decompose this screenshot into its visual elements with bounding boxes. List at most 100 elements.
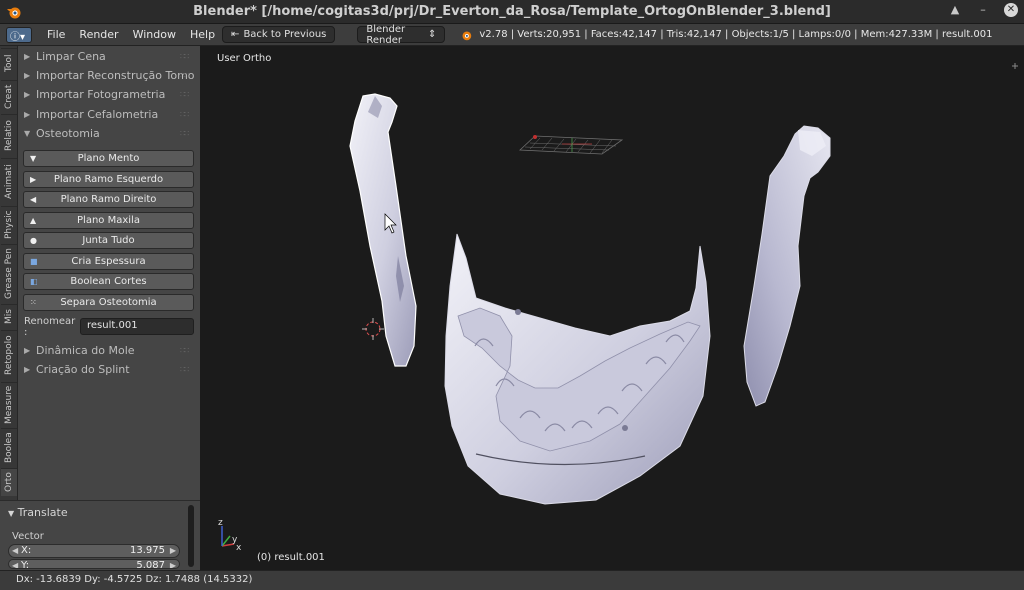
back-to-previous-button[interactable]: ⇤ Back to Previous — [222, 26, 336, 43]
arrow-up-icon: ▲ — [30, 216, 37, 225]
updown-icon: ⇕ — [427, 29, 437, 40]
tool-panel: ▶ Limpar Cena ∷∷ ▶ Importar Reconstrução To… — [18, 46, 200, 500]
editor-type-selector[interactable]: ⓘ▾ — [6, 26, 32, 43]
render-engine-select[interactable]: Blender Render ⇕ — [357, 23, 446, 46]
plano-ramo-direito-button[interactable]: ◀ Plano Ramo Direito — [23, 191, 194, 208]
junta-tudo-button[interactable]: ● Junta Tudo — [23, 232, 194, 249]
drag-handle-icon[interactable]: ∷∷ — [180, 110, 189, 119]
panel-title: Importar Cefalometria — [36, 108, 159, 121]
decrement-icon[interactable]: ◀ — [12, 545, 18, 557]
operator-title[interactable]: ▼ Translate — [8, 506, 68, 519]
tab-tool[interactable]: Tool — [1, 48, 17, 78]
axis-x-label: x — [236, 543, 242, 553]
render-engine-label: Blender Render — [366, 23, 406, 46]
decrement-icon[interactable]: ◀ — [12, 560, 18, 568]
operator-title-label: Translate — [17, 506, 68, 519]
menu-file[interactable]: File — [40, 28, 72, 41]
panel-title: Importar Reconstrução Tomo — [36, 69, 195, 82]
menu-render[interactable]: Render — [72, 28, 125, 41]
panel-importar-fotogrametria[interactable]: ▶ Importar Fotogrametria ∷∷ — [24, 88, 189, 101]
tab-grease-pencil[interactable]: Grease Pen — [1, 244, 17, 302]
cube-icon: ■ — [30, 257, 38, 266]
window-close-icon[interactable]: ✕ — [1004, 3, 1018, 17]
translate-y-field[interactable]: ◀ Y: 5.087 ▶ — [8, 559, 180, 569]
boolean-cortes-button[interactable]: ◧ Boolean Cortes — [23, 273, 194, 290]
panel-title: Dinâmica do Mole — [36, 344, 135, 357]
drag-handle-icon[interactable]: ∷∷ — [180, 71, 189, 80]
window-maximize-icon[interactable]: ▲ — [948, 3, 962, 17]
panel-limpar-cena[interactable]: ▶ Limpar Cena ∷∷ — [24, 50, 189, 63]
arrow-down-icon: ▼ — [30, 154, 37, 163]
panel-osteotomia[interactable]: ▼ Osteotomia ∷∷ — [24, 127, 189, 140]
panel-importar-cefalometria[interactable]: ▶ Importar Cefalometria ∷∷ — [24, 108, 189, 121]
panel-title: Criação do Splint — [36, 363, 130, 376]
tab-misc[interactable]: Mis — [1, 304, 17, 328]
plano-ramo-esquerdo-button[interactable]: ▶ Plano Ramo Esquerdo — [23, 171, 194, 188]
rename-input[interactable]: result.001 — [80, 318, 194, 335]
left-ramus-mesh[interactable] — [349, 93, 417, 367]
increment-icon[interactable]: ▶ — [170, 545, 176, 557]
back-icon: ⇤ — [231, 29, 240, 40]
drag-handle-icon[interactable]: ∷∷ — [180, 52, 189, 61]
window-minimize-icon[interactable]: – — [976, 3, 990, 17]
vector-label: Vector — [12, 531, 44, 542]
field-value: 5.087 — [136, 560, 165, 569]
3d-cursor-icon[interactable] — [362, 318, 384, 340]
info-icon: ⓘ▾ — [10, 31, 26, 43]
tab-animation[interactable]: Animati — [1, 158, 17, 204]
drag-handle-icon[interactable]: ∷∷ — [180, 129, 189, 138]
menu-window[interactable]: Window — [126, 28, 183, 41]
transform-delta-readout: Dx: -13.6839 Dy: -4.5725 Dz: 1.7488 (14.… — [16, 574, 253, 585]
expand-arrow-icon: ▶ — [24, 365, 31, 374]
axis-z-label: z — [218, 518, 223, 528]
expand-arrow-icon: ▶ — [24, 346, 31, 355]
panel-importar-tomo[interactable]: ▶ Importar Reconstrução Tomo ∷∷ — [24, 69, 195, 82]
scene-canvas[interactable]: y z x — [200, 46, 1024, 570]
button-label: Junta Tudo — [82, 235, 135, 246]
plano-mento-button[interactable]: ▼ Plano Mento — [23, 150, 194, 167]
plano-maxila-button[interactable]: ▲ Plano Maxila — [23, 212, 194, 229]
tab-create[interactable]: Creat — [1, 80, 17, 112]
separa-osteotomia-button[interactable]: ⁙ Separa Osteotomia — [23, 294, 194, 311]
tab-physics[interactable]: Physic — [1, 206, 17, 242]
collapse-arrow-icon: ▼ — [24, 129, 31, 138]
rename-row: Renomear : result.001 — [24, 316, 194, 338]
mandible-body-mesh[interactable] — [444, 233, 711, 505]
field-value: 13.975 — [130, 545, 165, 556]
increment-icon[interactable]: ▶ — [170, 560, 176, 568]
scene-stats: v2.78 | Verts:20,951 | Faces:42,147 | Tr… — [479, 29, 993, 40]
right-ramus-mesh[interactable] — [743, 125, 831, 407]
drag-handle-icon[interactable]: ∷∷ — [180, 365, 189, 374]
3d-viewport[interactable]: y z x User Ortho (0) result.001 — [200, 46, 1024, 570]
expand-arrow-icon: ▶ — [24, 52, 31, 61]
panel-criacao-splint[interactable]: ▶ Criação do Splint ∷∷ — [24, 363, 189, 376]
tab-orto[interactable]: Orto — [1, 468, 17, 496]
translate-x-field[interactable]: ◀ X: 13.975 ▶ — [8, 544, 180, 558]
title-bar: Blender* [/home/cogitas3d/prj/Dr_Everton… — [0, 0, 1024, 24]
viewport-split-icon[interactable] — [1012, 63, 1018, 69]
drag-handle-icon[interactable]: ∷∷ — [180, 90, 189, 99]
tab-measure[interactable]: Measure — [1, 382, 17, 426]
operator-scrollbar[interactable] — [188, 505, 194, 567]
tab-boolean[interactable]: Boolea — [1, 428, 17, 466]
object-origin-dot — [533, 135, 537, 139]
expand-arrow-icon: ▶ — [24, 110, 31, 119]
blender-mini-icon — [462, 31, 472, 40]
info-header: ⓘ▾ File Render Window Help ⇤ Back to Pre… — [0, 24, 1024, 46]
tool-shelf-tabs: Tool Creat Relatio Animati Physic Grease… — [0, 46, 18, 500]
tab-relations[interactable]: Relatio — [1, 114, 17, 156]
drag-handle-icon[interactable]: ∷∷ — [180, 346, 189, 355]
menu-help[interactable]: Help — [183, 28, 222, 41]
boolean-icon: ◧ — [30, 277, 38, 286]
field-key: X: — [21, 545, 32, 556]
tab-retopology[interactable]: Retopolo — [1, 330, 17, 380]
field-key: Y: — [21, 560, 30, 569]
operator-panel: ▼ Translate Vector ◀ X: 13.975 ▶ ◀ Y: 5.… — [0, 500, 200, 570]
panel-dinamica-mole[interactable]: ▶ Dinâmica do Mole ∷∷ — [24, 344, 189, 357]
panel-title: Osteotomia — [36, 127, 100, 140]
button-label: Plano Ramo Direito — [60, 194, 157, 205]
separate-icon: ⁙ — [30, 298, 37, 307]
panel-title: Limpar Cena — [36, 50, 106, 63]
cria-espessura-button[interactable]: ■ Cria Espessura — [23, 253, 194, 270]
view-mode-label: User Ortho — [217, 53, 272, 64]
